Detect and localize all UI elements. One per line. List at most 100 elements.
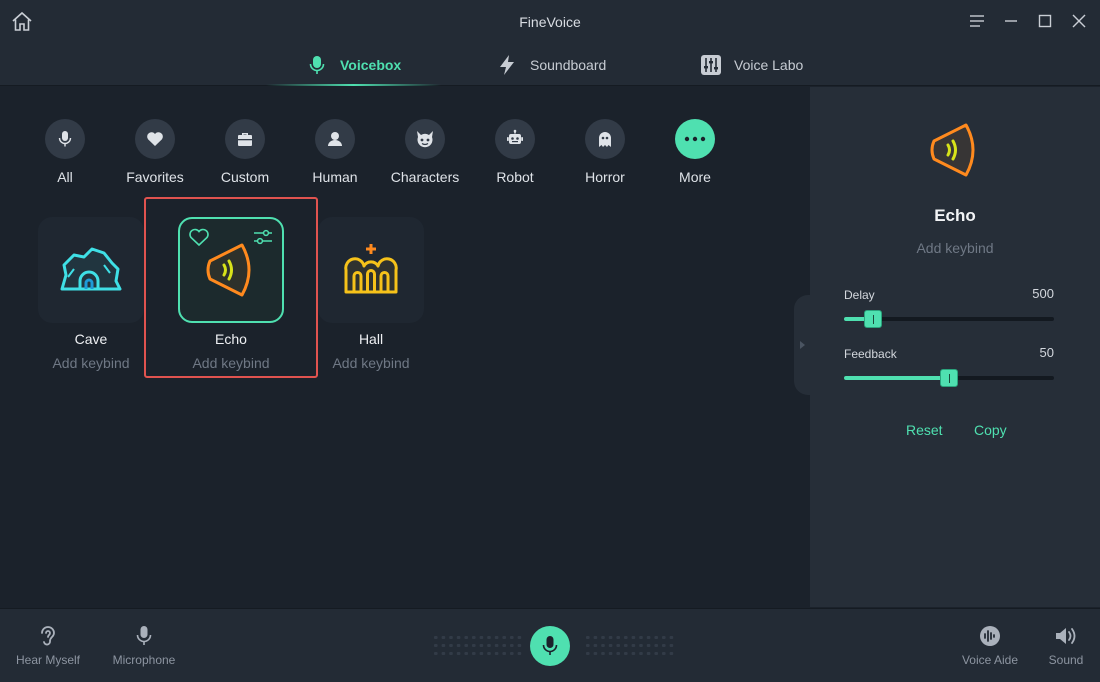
voice-aide-button[interactable]: Voice Aide bbox=[950, 625, 1030, 667]
category-horror[interactable]: Horror bbox=[565, 115, 645, 185]
category-custom[interactable]: Custom bbox=[205, 115, 285, 185]
delay-slider[interactable] bbox=[844, 310, 1054, 328]
tab-voice-labo[interactable]: Voice Labo bbox=[700, 44, 803, 86]
speaker-icon bbox=[1056, 628, 1076, 644]
level-dot bbox=[441, 636, 446, 639]
level-dot bbox=[441, 644, 446, 647]
level-dot bbox=[517, 636, 522, 639]
level-dot bbox=[434, 644, 438, 647]
minimize-button[interactable] bbox=[1002, 12, 1020, 30]
robot-icon bbox=[507, 129, 523, 144]
more-dots-icon bbox=[684, 136, 706, 142]
level-dot bbox=[662, 652, 666, 655]
category-label: Horror bbox=[585, 169, 625, 185]
level-dot bbox=[441, 652, 446, 655]
slider-handle[interactable] bbox=[864, 310, 883, 328]
slider-handle[interactable] bbox=[940, 369, 958, 387]
level-dot bbox=[464, 636, 468, 639]
level-dot bbox=[601, 652, 605, 655]
level-dot bbox=[608, 636, 613, 639]
microphone-icon bbox=[309, 56, 325, 74]
close-button[interactable] bbox=[1070, 12, 1088, 30]
level-dot bbox=[593, 636, 598, 639]
level-dot bbox=[494, 644, 499, 647]
level-dot bbox=[616, 652, 620, 655]
level-dot bbox=[479, 644, 484, 647]
add-keybind-link[interactable]: Add keybind bbox=[810, 240, 1100, 256]
heart-icon bbox=[147, 132, 163, 146]
category-icon-bg bbox=[675, 119, 715, 159]
level-dot bbox=[510, 644, 514, 647]
settings-sliders-icon[interactable] bbox=[252, 227, 274, 247]
tab-label: Soundboard bbox=[530, 57, 607, 73]
panel-collapse-handle[interactable] bbox=[794, 295, 810, 395]
voice-tile[interactable] bbox=[178, 217, 284, 323]
category-label: Human bbox=[312, 169, 358, 185]
add-keybind-link[interactable]: Add keybind bbox=[37, 355, 145, 371]
level-dot bbox=[669, 652, 674, 655]
microphone-label: Microphone bbox=[112, 653, 176, 667]
category-favorites[interactable]: Favorites bbox=[115, 115, 195, 185]
voice-card-hall[interactable]: Hall Add keybind bbox=[317, 217, 425, 371]
level-dot bbox=[608, 644, 613, 647]
level-dot bbox=[464, 644, 468, 647]
level-dot bbox=[608, 652, 613, 655]
level-dot bbox=[502, 652, 506, 655]
level-dot bbox=[479, 636, 484, 639]
category-characters[interactable]: Characters bbox=[385, 115, 465, 185]
tab-voicebox[interactable]: Voicebox bbox=[265, 44, 442, 86]
echo-speaker-icon bbox=[206, 243, 251, 297]
voice-settings-panel: Echo Add keybind Delay 500 Feedback 50 R… bbox=[794, 87, 1100, 607]
level-dot bbox=[456, 652, 461, 655]
bottom-bar: Hear Myself Microphone Voice Aide Sound bbox=[0, 608, 1100, 682]
maximize-icon bbox=[1038, 14, 1052, 28]
category-icon-bg bbox=[495, 119, 535, 159]
feedback-slider[interactable] bbox=[844, 369, 1054, 387]
voice-change-toggle[interactable] bbox=[530, 626, 570, 666]
hear-myself-button[interactable]: Hear Myself bbox=[8, 625, 88, 667]
tab-soundboard[interactable]: Soundboard bbox=[496, 44, 606, 86]
level-dot bbox=[487, 636, 491, 639]
minimize-icon bbox=[1005, 20, 1017, 22]
microphone-icon bbox=[136, 626, 152, 645]
voice-name: Cave bbox=[74, 331, 108, 347]
delay-value: 500 bbox=[1032, 286, 1054, 301]
category-icon-bg bbox=[585, 119, 625, 159]
level-dot bbox=[479, 652, 484, 655]
add-keybind-link[interactable]: Add keybind bbox=[317, 355, 425, 371]
lightning-icon bbox=[500, 55, 514, 75]
chevron-right-icon bbox=[800, 341, 805, 349]
heart-outline-icon[interactable] bbox=[188, 227, 210, 247]
level-dot bbox=[517, 652, 522, 655]
menu-button[interactable] bbox=[968, 12, 986, 30]
category-label: More bbox=[679, 169, 711, 185]
level-dot bbox=[494, 652, 499, 655]
category-icon-bg bbox=[225, 119, 265, 159]
voice-aide-label: Voice Aide bbox=[961, 653, 1019, 667]
selected-voice-name: Echo bbox=[934, 206, 976, 225]
level-dot bbox=[472, 636, 476, 639]
category-label: Custom bbox=[220, 169, 270, 185]
audio-level-left bbox=[434, 636, 522, 655]
voice-card-echo[interactable]: Echo Add keybind bbox=[177, 217, 285, 371]
level-dot bbox=[472, 652, 476, 655]
level-dot bbox=[601, 636, 605, 639]
voice-tile[interactable] bbox=[38, 217, 144, 323]
feedback-label: Feedback bbox=[844, 347, 897, 361]
category-robot[interactable]: Robot bbox=[475, 115, 555, 185]
voice-name: Echo bbox=[215, 331, 247, 347]
voice-tile[interactable] bbox=[318, 217, 424, 323]
add-keybind-link[interactable]: Add keybind bbox=[177, 355, 285, 371]
category-icon-bg bbox=[315, 119, 355, 159]
category-all[interactable]: All bbox=[25, 115, 105, 185]
sound-button[interactable]: Sound bbox=[1026, 625, 1100, 667]
voice-card-cave[interactable]: Cave Add keybind bbox=[37, 217, 145, 371]
maximize-button[interactable] bbox=[1036, 12, 1054, 30]
category-label: Characters bbox=[390, 169, 460, 185]
category-human[interactable]: Human bbox=[295, 115, 375, 185]
reset-button[interactable]: Reset bbox=[906, 422, 943, 438]
level-dot bbox=[646, 644, 651, 647]
category-more[interactable]: More bbox=[655, 115, 735, 185]
microphone-button[interactable]: Microphone bbox=[104, 625, 184, 667]
copy-button[interactable]: Copy bbox=[974, 422, 1007, 438]
